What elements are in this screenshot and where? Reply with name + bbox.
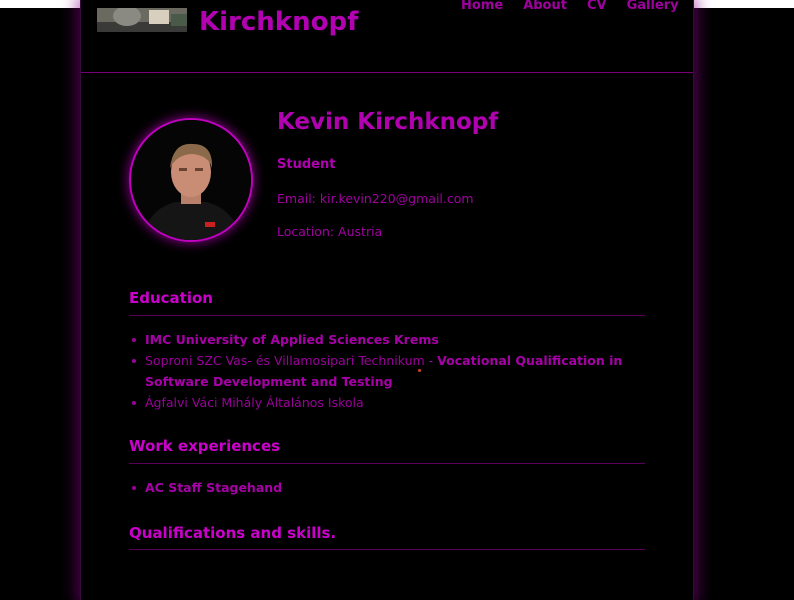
avatar [129,118,253,242]
nav-gallery[interactable]: Gallery [627,0,679,13]
education-title: Education [129,289,213,307]
profile-name: Kevin Kirchknopf [277,109,499,135]
education-rule [129,315,645,316]
work-title: Work experiences [129,437,281,455]
stray-dot [418,369,421,372]
skills-title: Qualifications and skills. [129,524,337,542]
header-divider [81,72,693,73]
list-item: IMC University of Applied Sciences Krems [129,329,659,350]
work-rule [129,463,645,464]
list-item: AC Staff Stagehand [129,477,659,498]
profile-email: Email: kir.kevin220@gmail.com [277,191,474,206]
nav-about[interactable]: About [523,0,567,13]
education-item-bold: IMC University of Applied Sciences Krems [145,332,439,347]
skills-rule [129,549,645,550]
education-list: IMC University of Applied Sciences Krems… [129,329,659,413]
profile-role: Student [277,157,336,172]
header-name: Kirchknopf [199,7,359,37]
nav-cv[interactable]: CV [587,0,607,13]
list-item: Ágfalvi Váci Mihály Általános Iskola [129,392,659,413]
profile-location: Location: Austria [277,224,383,239]
education-item-plain: Soproni SZC Vas- és Villamosipari Techni… [145,353,438,368]
education-item-plain: Ágfalvi Váci Mihály Általános Iskola [145,395,364,410]
page-container: Kirchknopf Home About CV Gallery Kevin K… [80,0,694,600]
main-nav: Home About CV Gallery [461,0,679,13]
header-photo [97,8,187,32]
nav-home[interactable]: Home [461,0,503,13]
work-item-bold: AC Staff Stagehand [145,480,283,495]
list-item: Soproni SZC Vas- és Villamosipari Techni… [129,350,659,392]
work-list: AC Staff Stagehand [129,477,659,498]
